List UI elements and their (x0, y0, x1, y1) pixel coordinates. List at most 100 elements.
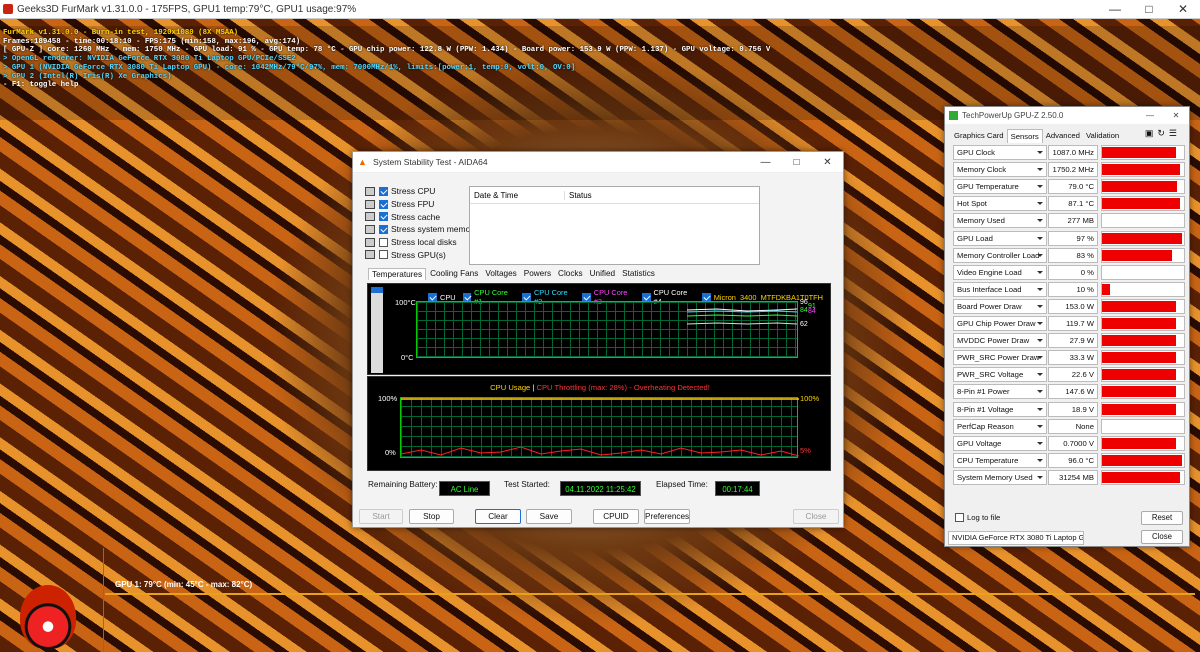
aida-window: ▲ System Stability Test - AIDA64 — □ ✕ S… (352, 151, 844, 528)
aida-titlebar: ▲ System Stability Test - AIDA64 — □ ✕ (353, 152, 843, 173)
stress-fpu-checkbox[interactable] (379, 199, 388, 209)
stress-label: Stress CPU (391, 186, 436, 197)
sensor-label[interactable]: Board Power Draw (953, 298, 1047, 314)
cpu-usage-graph: CPU Usage | CPU Throttling (max: 28%) - … (367, 376, 831, 471)
clear-button[interactable]: Clear (475, 509, 521, 524)
stress-label: Stress local disks (391, 237, 457, 248)
sensor-value: 97 % (1048, 230, 1098, 246)
aida-close-bottom-button[interactable]: Close (793, 509, 839, 524)
sensor-value: 83 % (1048, 247, 1098, 263)
sensor-label[interactable]: GPU Clock (953, 145, 1047, 160)
tab-unified[interactable]: Unified (587, 268, 619, 280)
gpuz-minimize-button[interactable]: — (1137, 111, 1163, 120)
elapsed-value: 00:17:44 (715, 481, 760, 496)
gpuz-close-button[interactable]: ✕ (1163, 111, 1189, 120)
tab-sensors[interactable]: Sensors (1006, 129, 1043, 143)
battery-value: AC Line (439, 481, 490, 496)
stress-cache-checkbox[interactable] (379, 212, 388, 222)
tab-powers[interactable]: Powers (521, 268, 554, 280)
osd-line: > OpenGL renderer: NVIDIA GeForce RTX 30… (3, 55, 296, 64)
cpuid-button[interactable]: CPUID (593, 509, 639, 524)
maximize-button[interactable]: □ (1132, 2, 1166, 16)
gpuz-tabs: Graphics Card Sensors Advanced Validatio… (951, 129, 1122, 143)
stress-cpu-checkbox[interactable] (379, 186, 388, 196)
sensor-label[interactable]: 8-Pin #1 Voltage (953, 401, 1047, 417)
battery-label: Remaining Battery: (368, 480, 438, 489)
log-to-file-label: Log to file (967, 513, 1001, 522)
tab-voltages[interactable]: Voltages (482, 268, 519, 280)
osd-line: [ GPU-Z ] core: 1260 MHz - mem: 1750 MHz… (3, 46, 771, 55)
furmark-title: Geeks3D FurMark v1.31.0.0 - 175FPS, GPU1… (17, 3, 357, 15)
log-table[interactable]: Date & Time Status (469, 186, 760, 265)
sensor-label[interactable]: GPU Temperature (953, 179, 1047, 195)
column-header-date[interactable]: Date & Time (470, 190, 565, 200)
sensor-row: PerfCap Reason None (953, 418, 1185, 434)
sensor-label[interactable]: GPU Chip Power Draw (953, 316, 1047, 331)
log-to-file-checkbox[interactable] (955, 513, 964, 522)
refresh-icon[interactable]: ↻ (1157, 128, 1169, 138)
camera-icon[interactable]: ▣ (1145, 128, 1158, 138)
aida-close-button[interactable]: ✕ (812, 157, 843, 168)
cache-icon (365, 212, 375, 222)
sensor-graph-fill (1102, 437, 1176, 449)
sensor-label[interactable]: PWR_SRC Power Draw (953, 350, 1047, 366)
reset-button[interactable]: Reset (1141, 511, 1183, 525)
stress-label: Stress system memory (391, 224, 478, 235)
started-label: Test Started: (504, 480, 550, 489)
start-button[interactable]: Start (359, 509, 403, 524)
sensor-row: GPU Clock 1087.0 MHz (953, 145, 1185, 160)
cpu-axis-top-left: 100% (378, 394, 398, 403)
furmark-titlebar: Geeks3D FurMark v1.31.0.0 - 175FPS, GPU1… (0, 0, 1200, 19)
tab-validation[interactable]: Validation (1083, 129, 1122, 143)
sensor-label[interactable]: Memory Used (953, 213, 1047, 229)
sensor-value: 33.3 W (1048, 350, 1098, 366)
minimize-button[interactable]: — (1098, 2, 1132, 16)
preferences-button[interactable]: Preferences (644, 509, 690, 524)
tab-statistics[interactable]: Statistics (619, 268, 658, 280)
sensor-label[interactable]: Video Engine Load (953, 264, 1047, 280)
tab-cooling-fans[interactable]: Cooling Fans (427, 268, 481, 280)
sensor-graph-fill (1102, 147, 1176, 158)
sensor-label[interactable]: Memory Clock (953, 162, 1047, 178)
tab-temperatures[interactable]: Temperatures (368, 268, 427, 280)
stress-disks-checkbox[interactable] (379, 237, 388, 247)
sensor-label[interactable]: Bus Interface Load (953, 281, 1047, 297)
tab-clocks[interactable]: Clocks (555, 268, 586, 280)
sensor-graph (1101, 179, 1185, 195)
sensor-graph (1101, 367, 1185, 383)
sensor-value: None (1048, 418, 1098, 434)
sensor-graph-fill (1102, 352, 1176, 364)
gpuz-close-bottom-button[interactable]: Close (1141, 530, 1183, 544)
tab-graphics-card[interactable]: Graphics Card (951, 129, 1007, 143)
sensor-row: PWR_SRC Voltage 22.6 V (953, 367, 1185, 383)
sensor-label[interactable]: PerfCap Reason (953, 418, 1047, 434)
stop-button[interactable]: Stop (409, 509, 454, 524)
tab-advanced[interactable]: Advanced (1043, 129, 1083, 143)
sensor-graph (1101, 333, 1185, 349)
sensor-label[interactable]: 8-Pin #1 Power (953, 384, 1047, 400)
sensor-label[interactable]: System Memory Used (953, 469, 1047, 485)
menu-icon[interactable]: ☰ (1169, 128, 1181, 138)
sensor-graph (1101, 384, 1185, 400)
sensor-label[interactable]: MVDDC Power Draw (953, 333, 1047, 349)
sensor-label[interactable]: Hot Spot (953, 196, 1047, 212)
sensor-label[interactable]: PWR_SRC Voltage (953, 367, 1047, 383)
sensor-label[interactable]: CPU Temperature (953, 452, 1047, 468)
stress-gpu-checkbox[interactable] (379, 250, 388, 260)
sensor-label[interactable]: Memory Controller Load (953, 247, 1047, 263)
save-button[interactable]: Save (526, 509, 572, 524)
aida-minimize-button[interactable]: — (750, 157, 781, 168)
graph-scrollbar[interactable] (371, 287, 383, 373)
stress-memory-checkbox[interactable] (379, 224, 388, 234)
cpu-usage-separator: | (532, 383, 535, 392)
sensor-label[interactable]: GPU Voltage (953, 435, 1047, 451)
temperature-graph: CPU CPU Core #1 CPU Core #2 CPU Core #3 … (367, 283, 831, 375)
column-header-status[interactable]: Status (565, 191, 592, 200)
device-select[interactable]: NVIDIA GeForce RTX 3080 Ti Laptop G ⌄ (948, 531, 1084, 545)
sensor-label[interactable]: GPU Load (953, 230, 1047, 246)
sensor-value: 96.0 °C (1048, 452, 1098, 468)
aida-maximize-button[interactable]: □ (781, 157, 812, 168)
graph-marker (103, 548, 104, 652)
close-button[interactable]: ✕ (1166, 2, 1200, 16)
sensor-graph-fill (1102, 471, 1180, 483)
